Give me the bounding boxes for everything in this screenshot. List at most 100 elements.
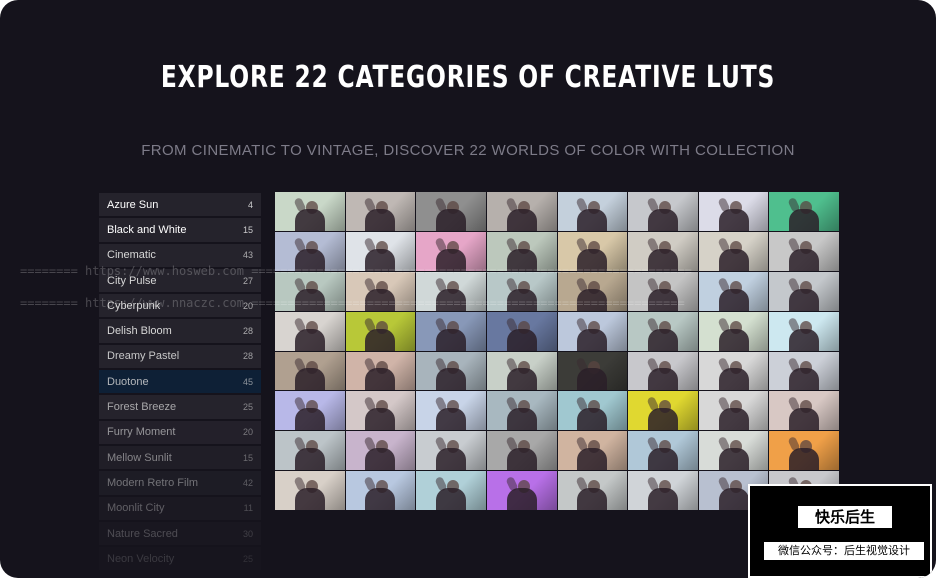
category-item[interactable]: Neon Velocity 25 xyxy=(99,547,261,571)
lut-thumbnail[interactable] xyxy=(486,471,557,510)
lut-thumbnail[interactable] xyxy=(345,311,416,351)
lut-thumbnail[interactable] xyxy=(486,231,557,271)
portrait-body xyxy=(436,328,467,351)
lut-thumbnail[interactable] xyxy=(769,271,839,311)
lut-thumbnail[interactable] xyxy=(557,431,628,471)
lut-thumbnail[interactable] xyxy=(486,391,557,431)
category-item[interactable]: Furry Moment 20 xyxy=(99,420,261,444)
category-item[interactable]: City Pulse 27 xyxy=(99,268,261,293)
lut-thumbnail[interactable] xyxy=(416,391,486,431)
portrait-body xyxy=(294,288,325,311)
category-name: Forest Breeze xyxy=(107,401,177,414)
lut-thumbnail[interactable] xyxy=(345,231,416,271)
portrait-body xyxy=(789,408,820,431)
lut-thumbnail[interactable] xyxy=(557,192,628,231)
lut-thumbnail[interactable] xyxy=(345,471,416,510)
lut-thumbnail[interactable] xyxy=(275,351,345,391)
portrait-body xyxy=(294,368,325,391)
lut-thumbnail[interactable] xyxy=(345,192,416,231)
lut-thumbnail[interactable] xyxy=(557,231,628,271)
lut-thumbnail[interactable] xyxy=(557,391,628,431)
portrait-body xyxy=(506,328,537,351)
category-count: 15 xyxy=(242,452,253,463)
lut-thumbnail[interactable] xyxy=(486,311,557,351)
lut-thumbnail[interactable] xyxy=(698,192,769,231)
lut-thumbnail[interactable] xyxy=(486,351,557,391)
portrait-body xyxy=(718,248,749,271)
lut-thumbnail[interactable] xyxy=(557,471,628,510)
lut-thumbnail[interactable] xyxy=(698,431,769,471)
portrait-body xyxy=(718,288,749,311)
lut-thumbnail[interactable] xyxy=(628,192,698,231)
lut-thumbnail[interactable] xyxy=(275,311,345,351)
category-item[interactable]: Cyberpunk 20 xyxy=(99,294,261,318)
lut-thumbnail[interactable] xyxy=(486,431,557,471)
category-count: 43 xyxy=(242,250,253,261)
lut-thumbnail[interactable] xyxy=(345,391,416,431)
lut-thumbnail[interactable] xyxy=(698,391,769,431)
lut-thumbnail[interactable] xyxy=(416,471,486,510)
lut-thumbnail[interactable] xyxy=(628,431,698,471)
lut-thumbnail[interactable] xyxy=(275,431,345,471)
portrait-body xyxy=(365,448,396,471)
lut-thumbnail[interactable] xyxy=(698,351,769,391)
lut-thumbnail[interactable] xyxy=(275,391,345,431)
category-item[interactable]: Mellow Sunlit 15 xyxy=(99,445,261,470)
lut-thumbnail[interactable] xyxy=(416,431,486,471)
lut-thumbnail[interactable] xyxy=(275,271,345,311)
lut-thumbnail[interactable] xyxy=(416,271,486,311)
lut-thumbnail[interactable] xyxy=(275,192,345,231)
portrait-body xyxy=(294,208,325,231)
lut-thumbnail[interactable] xyxy=(557,311,628,351)
lut-thumbnail[interactable] xyxy=(345,271,416,311)
lut-thumbnail[interactable] xyxy=(628,391,698,431)
lut-thumbnail[interactable] xyxy=(769,192,839,231)
portrait-body xyxy=(577,488,608,510)
lut-thumbnail[interactable] xyxy=(345,351,416,391)
category-item[interactable]: Cinematic 43 xyxy=(99,243,261,267)
category-item[interactable]: Moonlit City 11 xyxy=(99,496,261,520)
category-item[interactable]: Forest Breeze 25 xyxy=(99,395,261,419)
lut-thumbnail[interactable] xyxy=(769,351,839,391)
lut-thumbnail[interactable] xyxy=(698,231,769,271)
lut-thumbnail[interactable] xyxy=(628,231,698,271)
lut-thumbnail[interactable] xyxy=(416,351,486,391)
lut-thumbnail[interactable] xyxy=(769,231,839,271)
lut-thumbnail[interactable] xyxy=(769,431,839,471)
lut-thumbnail[interactable] xyxy=(769,311,839,351)
category-item[interactable]: Delish Bloom 28 xyxy=(99,319,261,343)
category-item[interactable]: Azure Sun 4 xyxy=(99,193,261,217)
lut-thumbnail[interactable] xyxy=(628,271,698,311)
category-count: 45 xyxy=(242,376,253,387)
category-count: 20 xyxy=(242,300,253,311)
lut-thumbnail[interactable] xyxy=(769,391,839,431)
lut-thumbnail[interactable] xyxy=(275,471,345,510)
lut-thumbnail[interactable] xyxy=(416,231,486,271)
category-name: Neon Velocity xyxy=(107,552,175,565)
lut-thumbnail[interactable] xyxy=(698,271,769,311)
portrait-body xyxy=(365,248,396,271)
lut-thumbnail[interactable] xyxy=(345,431,416,471)
lut-thumbnail[interactable] xyxy=(628,471,698,510)
lut-thumbnail[interactable] xyxy=(416,192,486,231)
lut-thumbnail[interactable] xyxy=(628,311,698,351)
lut-thumbnail[interactable] xyxy=(486,192,557,231)
lut-preview-grid xyxy=(275,192,839,510)
category-count: 28 xyxy=(242,326,253,337)
category-item[interactable]: Nature Sacred 30 xyxy=(99,521,261,546)
lut-thumbnail[interactable] xyxy=(557,271,628,311)
category-item[interactable]: Duotone 45 xyxy=(99,370,261,394)
portrait-body xyxy=(577,448,608,471)
category-item[interactable]: Black and White 15 xyxy=(99,218,261,242)
lut-thumbnail[interactable] xyxy=(416,311,486,351)
lut-thumbnail[interactable] xyxy=(628,351,698,391)
lut-thumbnail[interactable] xyxy=(486,271,557,311)
lut-thumbnail[interactable] xyxy=(698,311,769,351)
portrait-body xyxy=(647,448,678,471)
category-item[interactable]: Modern Retro Film 42 xyxy=(99,471,261,495)
logo-subtitle: 微信公众号：后生视觉设计 xyxy=(764,542,924,560)
lut-thumbnail[interactable] xyxy=(557,351,628,391)
lut-thumbnail[interactable] xyxy=(275,231,345,271)
page-headline: EXPLORE 22 CATEGORIES OF CREATIVE LUTS xyxy=(160,60,776,95)
category-item[interactable]: Dreamy Pastel 28 xyxy=(99,344,261,369)
